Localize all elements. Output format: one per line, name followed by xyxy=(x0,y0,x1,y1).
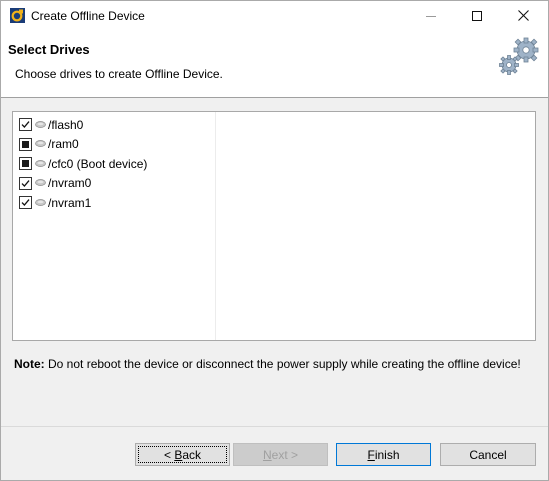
back-button[interactable]: < Back xyxy=(135,443,230,466)
warning-note: Note: Do not reboot the device or discon… xyxy=(14,357,521,371)
drive-icon xyxy=(35,179,46,187)
drive-label: /ram0 xyxy=(48,137,79,152)
note-prefix: Note: xyxy=(14,357,45,371)
create-offline-device-dialog: Create Offline Device Select Drives Choo… xyxy=(0,0,549,481)
drive-icon xyxy=(35,120,46,128)
next-label-mnemonic: N xyxy=(262,447,272,462)
drive-label: /nvram0 xyxy=(48,176,92,191)
partial-check-indicator xyxy=(22,140,29,148)
cancel-button[interactable]: Cancel xyxy=(440,443,536,466)
app-logo-icon xyxy=(10,8,25,23)
drive-selection-panel: /flash0 /ram0 /cfc0 (Boot device) /nvram… xyxy=(12,111,536,341)
finish-button-label: Finish xyxy=(367,448,399,462)
maximize-icon xyxy=(472,10,482,21)
drive-label: /flash0 xyxy=(48,117,84,132)
drive-icon xyxy=(35,198,46,206)
drive-icon xyxy=(35,140,46,148)
next-button[interactable]: Next > xyxy=(233,443,328,466)
page-description: Choose drives to create Offline Device. xyxy=(15,67,223,81)
drive-checkbox[interactable] xyxy=(19,157,32,171)
close-icon xyxy=(517,10,529,21)
focus-rectangle xyxy=(138,446,227,463)
drive-checkbox[interactable] xyxy=(19,137,32,151)
partial-check-indicator xyxy=(22,160,29,168)
close-button[interactable] xyxy=(500,1,546,30)
drive-item-nvram1[interactable]: /nvram1 xyxy=(13,193,215,213)
wizard-header: Select Drives Choose drives to create Of… xyxy=(1,30,548,98)
note-text: Do not reboot the device or disconnect t… xyxy=(44,357,521,371)
finish-label-rest: inish xyxy=(374,447,400,462)
drive-checkbox[interactable] xyxy=(19,196,32,210)
gears-icon xyxy=(499,37,539,75)
drive-list: /flash0 /ram0 /cfc0 (Boot device) /nvram… xyxy=(13,112,216,340)
window-title: Create Offline Device xyxy=(31,9,145,23)
drive-label: /cfc0 (Boot device) xyxy=(48,156,148,171)
finish-label-mnemonic: F xyxy=(367,447,375,462)
minimize-button[interactable] xyxy=(408,1,454,30)
drive-checkbox[interactable] xyxy=(19,176,32,190)
cancel-button-label: Cancel xyxy=(469,447,507,462)
drive-item-nvram0[interactable]: /nvram0 xyxy=(13,174,215,194)
finish-button[interactable]: Finish xyxy=(336,443,431,466)
drive-item-cfc0[interactable]: /cfc0 (Boot device) xyxy=(13,154,215,174)
checkmark-icon xyxy=(21,121,30,129)
next-button-label: Next > xyxy=(263,448,298,462)
drive-label: /nvram1 xyxy=(48,195,92,210)
drive-item-ram0[interactable]: /ram0 xyxy=(13,135,215,155)
page-title: Select Drives xyxy=(8,42,90,57)
title-bar: Create Offline Device xyxy=(1,1,548,30)
drive-item-flash0[interactable]: /flash0 xyxy=(13,115,215,135)
minimize-icon xyxy=(426,15,436,17)
drive-checkbox[interactable] xyxy=(19,118,32,132)
next-label-rest: ext > xyxy=(271,447,299,462)
maximize-button[interactable] xyxy=(454,1,500,30)
button-separator xyxy=(1,426,548,427)
checkmark-icon xyxy=(21,179,30,187)
drive-icon xyxy=(35,159,46,167)
checkmark-icon xyxy=(21,199,30,207)
